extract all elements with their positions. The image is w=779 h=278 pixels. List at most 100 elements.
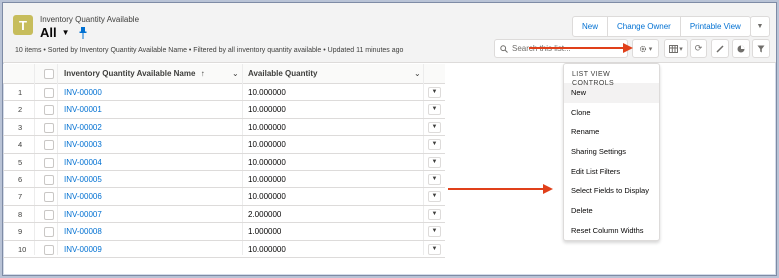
menu-item-select-fields-to-display[interactable]: Select Fields to Display [564,181,659,201]
chevron-down-icon[interactable]: ⌄ [232,64,239,84]
record-link[interactable]: INV-00003 [64,136,102,153]
table-row: 7 INV-00006 10.000000 ▼ [3,188,445,206]
more-actions-button[interactable]: ▼ [750,16,770,37]
table-body: 1 INV-00000 10.000000 ▼ 2 INV-00001 10.0… [3,84,445,258]
chevron-down-icon: ▼ [756,23,764,30]
row-checkbox[interactable] [44,157,54,168]
chevron-down-icon[interactable]: ⌄ [414,64,421,84]
arrow-head-icon [623,43,633,53]
column-header-quantity-label: Available Quantity [248,69,318,78]
inventory-object-icon: T [13,15,33,35]
table-row: 2 INV-00001 10.000000 ▼ [3,101,445,119]
row-action-button[interactable]: ▼ [428,104,441,116]
table-row: 10 INV-00009 10.000000 ▼ [3,241,445,258]
filters-button[interactable] [752,39,770,58]
row-checkbox[interactable] [44,192,54,203]
record-link[interactable]: INV-00007 [64,206,102,223]
change-owner-button[interactable]: Change Owner [608,17,681,36]
row-action-button[interactable]: ▼ [428,156,441,168]
column-header-name-label: Inventory Quantity Available Name [64,69,196,78]
menu-heading: LIST VIEW CONTROLS [572,71,615,87]
charts-button[interactable] [732,39,750,58]
pin-icon[interactable] [78,27,88,39]
column-header-quantity[interactable]: Available Quantity [248,64,318,84]
menu-item-delete[interactable]: Delete [564,201,659,221]
table-row: 5 INV-00004 10.000000 ▼ [3,154,445,171]
filter-icon [757,45,765,52]
table-row: 3 INV-00002 10.000000 ▼ [3,119,445,137]
list-view-header: T Inventory Quantity Available All ▼ 10 … [3,3,776,63]
row-checkbox[interactable] [44,209,54,220]
row-number: 3 [18,122,23,132]
row-checkbox[interactable] [44,122,54,133]
sort-arrow-icon: ↑ [200,69,205,78]
record-link[interactable]: INV-00004 [64,154,102,171]
row-action-button[interactable]: ▼ [428,121,441,133]
menu-item-edit-list-filters[interactable]: Edit List Filters [564,162,659,182]
record-link[interactable]: INV-00001 [64,101,102,118]
available-quantity: 1.000000 [248,227,282,237]
gear-icon [639,45,646,52]
record-link[interactable]: INV-00002 [64,119,102,136]
table-row: 4 INV-00003 10.000000 ▼ [3,136,445,154]
row-checkbox[interactable] [44,174,54,185]
search-icon [500,44,508,53]
record-link[interactable]: INV-00005 [64,171,102,188]
record-link[interactable]: INV-00000 [64,84,102,101]
record-link[interactable]: INV-00009 [64,241,102,258]
list-view-subtitle: 10 items • Sorted by Inventory Quantity … [15,47,404,54]
available-quantity: 10.000000 [248,157,286,167]
object-label: Inventory Quantity Available [40,15,140,24]
available-quantity: 10.000000 [248,244,286,254]
list-view-selector[interactable]: All ▼ [40,25,70,40]
action-button-group: New Change Owner Printable View [572,16,751,37]
row-checkbox[interactable] [44,88,54,98]
available-quantity: 10.000000 [248,105,286,115]
app-window: T Inventory Quantity Available All ▼ 10 … [2,2,777,276]
display-as-button[interactable]: ▾ [664,39,688,58]
available-quantity: 10.000000 [248,88,286,97]
available-quantity: 2.000000 [248,209,282,219]
caret-down-icon: ▾ [648,45,653,53]
row-number: 7 [18,192,23,202]
menu-item-rename[interactable]: Rename [564,122,659,142]
row-checkbox[interactable] [44,244,54,255]
refresh-button[interactable]: ⟳ [690,39,707,58]
row-checkbox[interactable] [44,227,54,238]
row-checkbox[interactable] [44,140,54,151]
caret-down-icon: ▾ [679,45,683,53]
menu-item-clone[interactable]: Clone [564,103,659,123]
row-number: 2 [18,105,23,115]
new-button[interactable]: New [573,17,609,36]
record-link[interactable]: INV-00008 [64,223,102,240]
row-number: 4 [18,140,23,150]
column-header-name[interactable]: Inventory Quantity Available Name ↑ [64,64,205,84]
table-row: 9 INV-00008 1.000000 ▼ [3,223,445,241]
row-action-button[interactable]: ▼ [428,87,441,98]
edit-list-button[interactable] [711,39,729,58]
row-number: 10 [18,244,27,254]
arrow-head-icon [543,184,553,194]
row-action-button[interactable]: ▼ [428,139,441,151]
row-action-button[interactable]: ▼ [428,208,441,220]
menu-item-reset-column-widths[interactable]: Reset Column Widths [564,221,659,241]
row-checkbox[interactable] [44,105,54,116]
caret-down-icon: ▼ [61,28,70,37]
list-view-controls-button[interactable]: ▾ [632,39,659,58]
row-action-button[interactable]: ▼ [428,243,441,255]
menu-item-sharing-settings[interactable]: Sharing Settings [564,142,659,162]
record-link[interactable]: INV-00006 [64,188,102,205]
table-header: Inventory Quantity Available Name ↑ ⌄ Av… [3,64,445,84]
table-row: 8 INV-00007 2.000000 ▼ [3,206,445,224]
row-number: 1 [18,88,23,97]
row-action-button[interactable]: ▼ [428,226,441,238]
row-action-button[interactable]: ▼ [428,191,441,203]
available-quantity: 10.000000 [248,174,286,184]
printable-view-button[interactable]: Printable View [681,17,750,36]
row-action-button[interactable]: ▼ [428,173,441,185]
table-icon [669,44,679,53]
available-quantity: 10.000000 [248,122,286,132]
row-number: 8 [18,209,23,219]
refresh-icon: ⟳ [694,43,703,53]
select-all-checkbox[interactable] [44,69,54,79]
